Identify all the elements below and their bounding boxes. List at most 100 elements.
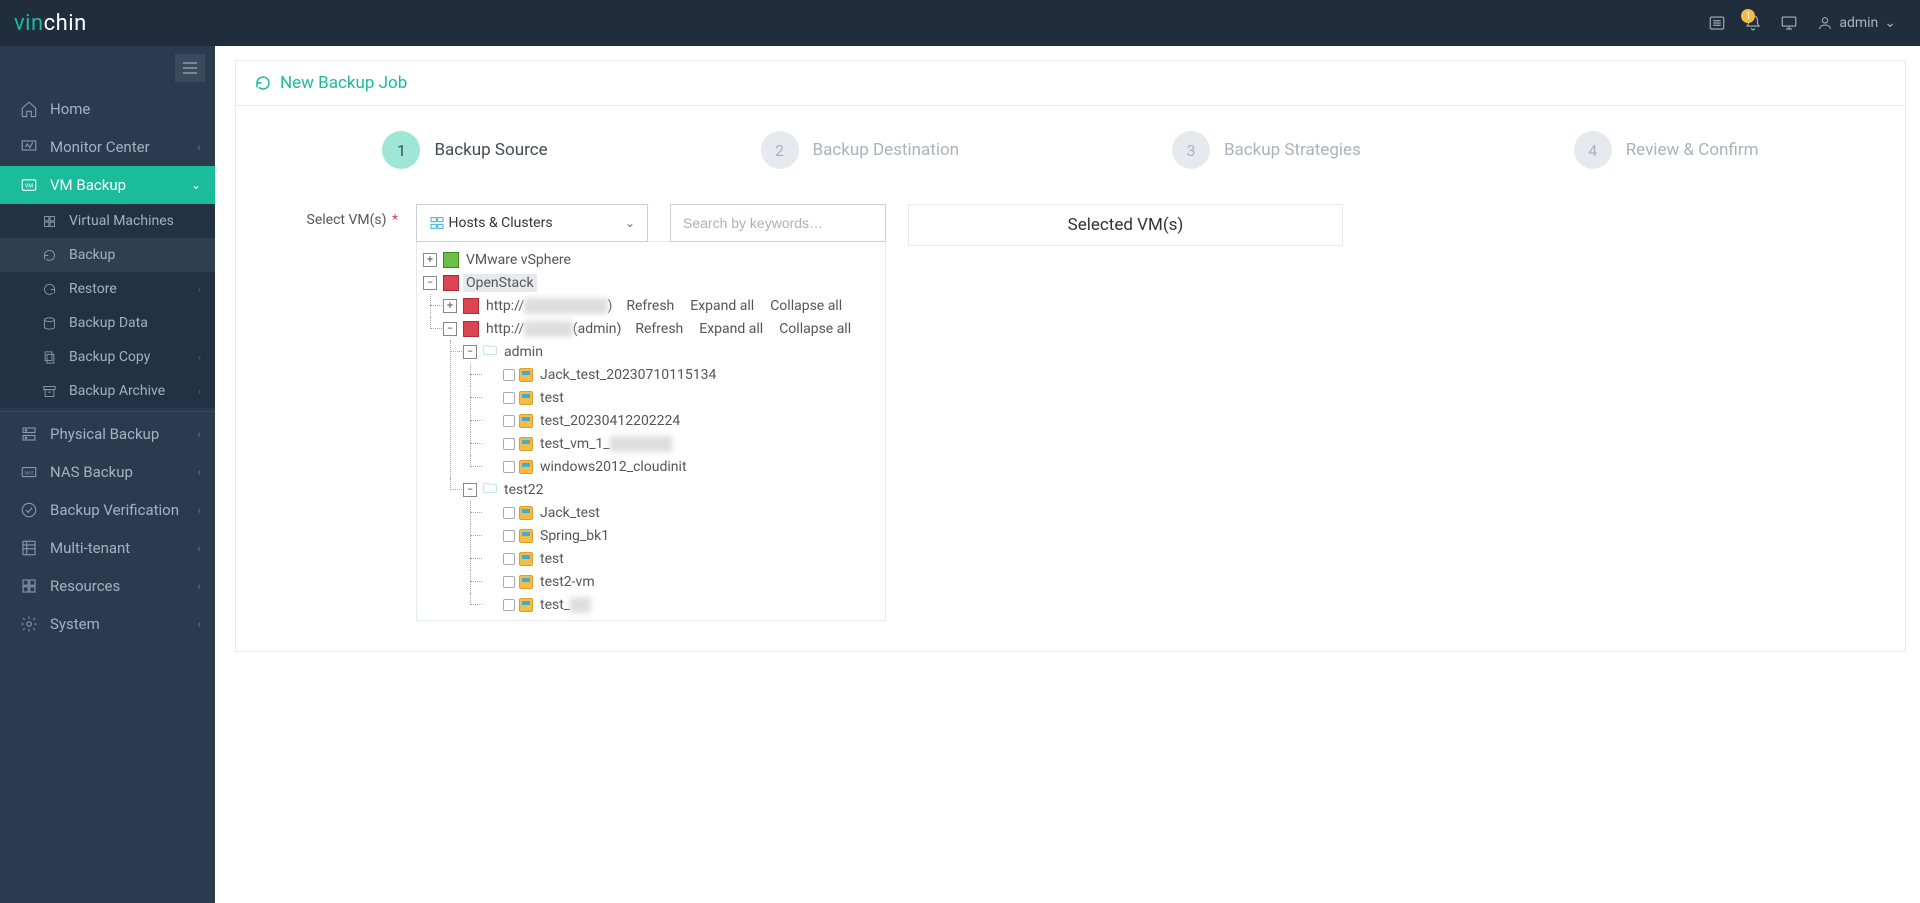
collapse-icon[interactable]: −	[443, 322, 457, 336]
chevron-left-icon: ‹	[197, 617, 201, 631]
step-4[interactable]: 4 Review & Confirm	[1574, 131, 1759, 169]
chevron-left-icon: ‹	[197, 541, 201, 555]
tree-node-host1[interactable]: + http://xxxxxxxxxxxx) Refresh Expand al…	[443, 294, 879, 317]
collapse-icon[interactable]: −	[463, 345, 477, 359]
action-collapse[interactable]: Collapse all	[776, 320, 854, 338]
notifications-icon[interactable]: 1	[1735, 5, 1771, 41]
sidebar-item-resources[interactable]: Resources ‹	[0, 567, 215, 605]
sub-item-virtual-machines[interactable]: Virtual Machines	[0, 204, 215, 238]
sidebar-item-physical[interactable]: Physical Backup ‹	[0, 415, 215, 453]
vm-icon	[519, 598, 533, 612]
wizard-steps: 1 Backup Source 2 Backup Destination 3 B…	[276, 131, 1865, 169]
action-refresh[interactable]: Refresh	[623, 297, 677, 315]
tree-vm[interactable]: Jack_test_20230710115134	[483, 363, 879, 386]
sidebar-item-system[interactable]: System ‹	[0, 605, 215, 643]
monitor-icon[interactable]	[1771, 5, 1807, 41]
list-icon[interactable]	[1699, 5, 1735, 41]
tree-folder-admin[interactable]: − 🗀 admin	[463, 340, 879, 363]
chevron-down-icon: ⌄	[1884, 15, 1896, 31]
step-1[interactable]: 1 Backup Source	[382, 131, 547, 169]
vm-icon	[519, 368, 533, 382]
tree-node-host2[interactable]: − http://xxxxxxx(admin) Refresh Expand a…	[443, 317, 879, 340]
sub-item-backup-data[interactable]: Backup Data	[0, 306, 215, 340]
chevron-down-icon: ⌄	[625, 216, 635, 230]
form-label: Select VM(s) *	[276, 204, 416, 228]
vm-icon	[519, 575, 533, 589]
sub-item-backup-copy[interactable]: Backup Copy ‹	[0, 340, 215, 374]
checkbox[interactable]	[503, 507, 515, 519]
action-collapse[interactable]: Collapse all	[767, 297, 845, 315]
step-3[interactable]: 3 Backup Strategies	[1172, 131, 1361, 169]
sidebar-item-nas[interactable]: NAS NAS Backup ‹	[0, 453, 215, 491]
svg-text:NAS: NAS	[25, 470, 34, 476]
sidebar-item-monitor[interactable]: Monitor Center ‹	[0, 128, 215, 166]
vmware-icon	[443, 252, 459, 268]
collapse-icon[interactable]: −	[463, 483, 477, 497]
sidebar-toggle[interactable]	[175, 54, 205, 82]
tree-vm[interactable]: Spring_bk1	[483, 524, 879, 547]
chevron-left-icon: ‹	[197, 503, 201, 517]
tree-node-openstack[interactable]: − OpenStack	[423, 271, 879, 294]
checkbox[interactable]	[503, 461, 515, 473]
checkbox[interactable]	[503, 576, 515, 588]
checkbox[interactable]	[503, 553, 515, 565]
checkbox[interactable]	[503, 415, 515, 427]
collapse-icon[interactable]: −	[423, 276, 437, 290]
expand-icon[interactable]: +	[423, 253, 437, 267]
tree-vm[interactable]: test	[483, 386, 879, 409]
tree-vm[interactable]: windows2012_cloudinit	[483, 455, 879, 478]
chevron-left-icon: ‹	[197, 579, 201, 593]
action-refresh[interactable]: Refresh	[632, 320, 686, 338]
topbar: vinchin 1 admin ⌄	[0, 0, 1920, 46]
panel: New Backup Job 1 Backup Source 2 Backup …	[235, 60, 1906, 652]
folder-icon: 🗀	[483, 478, 497, 502]
checkbox[interactable]	[503, 599, 515, 611]
main: New Backup Job 1 Backup Source 2 Backup …	[215, 46, 1920, 666]
vm-tree[interactable]: + VMware vSphere −	[416, 241, 886, 621]
chevron-left-icon: ‹	[198, 283, 201, 296]
sidebar-item-vmbackup[interactable]: VM VM Backup ⌄	[0, 166, 215, 204]
sub-item-backup[interactable]: Backup	[0, 238, 215, 272]
tree-vm[interactable]: test2-vm	[483, 570, 879, 593]
expand-icon[interactable]: +	[443, 299, 457, 313]
vm-icon	[519, 460, 533, 474]
svg-text:VM: VM	[25, 183, 33, 189]
sidebar-sub-vmbackup: Virtual Machines Backup Restore ‹ Backup…	[0, 204, 215, 408]
tree-vm[interactable]: test_20230412202224	[483, 409, 879, 432]
step-2[interactable]: 2 Backup Destination	[761, 131, 960, 169]
vm-icon	[519, 414, 533, 428]
checkbox[interactable]	[503, 530, 515, 542]
sub-item-restore[interactable]: Restore ‹	[0, 272, 215, 306]
checkbox[interactable]	[503, 438, 515, 450]
tree-vm[interactable]: Jack_test	[483, 501, 879, 524]
user-name: admin	[1839, 15, 1878, 31]
openstack-icon	[463, 298, 479, 314]
action-expand[interactable]: Expand all	[696, 320, 766, 338]
sidebar-item-multitenant[interactable]: Multi-tenant ‹	[0, 529, 215, 567]
sidebar-item-verification[interactable]: Backup Verification ‹	[0, 491, 215, 529]
vm-icon	[519, 506, 533, 520]
chevron-left-icon: ‹	[198, 351, 201, 364]
sidebar: Home Monitor Center ‹ VM VM Backup ⌄ Vir…	[0, 46, 215, 903]
folder-icon: 🗀	[483, 340, 497, 364]
chevron-left-icon: ‹	[197, 140, 201, 154]
vm-icon	[519, 437, 533, 451]
search-input[interactable]	[670, 204, 886, 242]
view-dropdown[interactable]: Hosts & Clusters ⌄	[416, 204, 648, 242]
sub-item-backup-archive[interactable]: Backup Archive ‹	[0, 374, 215, 408]
chevron-left-icon: ‹	[197, 465, 201, 479]
checkbox[interactable]	[503, 392, 515, 404]
chevron-left-icon: ‹	[197, 427, 201, 441]
tree-node-vmware[interactable]: + VMware vSphere	[423, 248, 879, 271]
checkbox[interactable]	[503, 369, 515, 381]
sidebar-item-home[interactable]: Home	[0, 90, 215, 128]
action-expand[interactable]: Expand all	[687, 297, 757, 315]
hosts-icon	[429, 215, 445, 231]
tree-vm[interactable]: test_xxx	[483, 593, 879, 616]
selected-vms-title: Selected VM(s)	[909, 205, 1342, 245]
tree-vm[interactable]: test_vm_1_xxxxxxxxx	[483, 432, 879, 455]
user-menu[interactable]: admin ⌄	[1807, 15, 1906, 31]
selected-vms-panel: Selected VM(s)	[908, 204, 1343, 246]
tree-folder-test22[interactable]: − 🗀 test22	[463, 478, 879, 501]
tree-vm[interactable]: test	[483, 547, 879, 570]
